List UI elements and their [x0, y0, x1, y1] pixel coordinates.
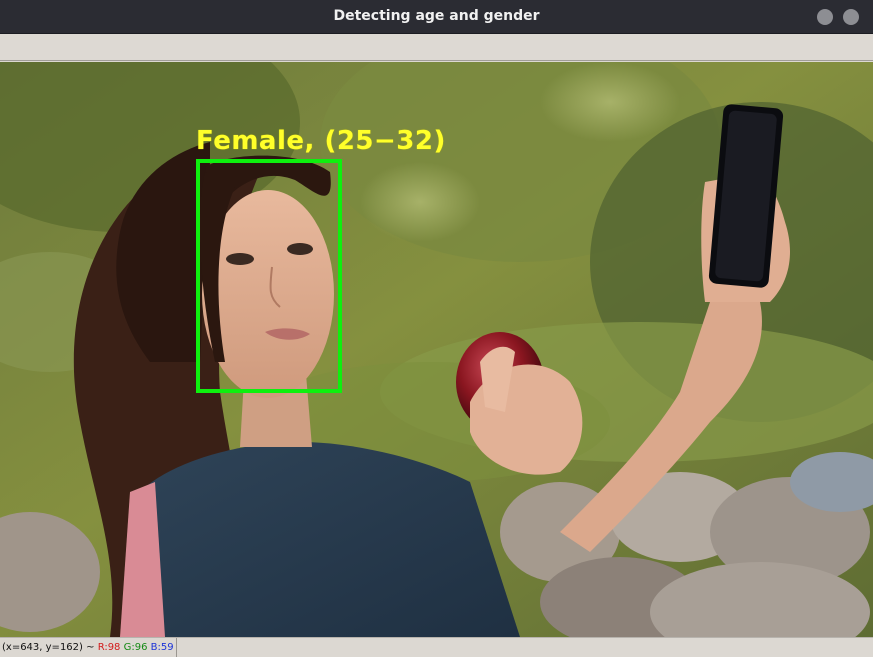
- status-bar: (x=643, y=162) ~ R:98 G:96 B:59: [0, 637, 873, 657]
- face-bounding-box: [196, 159, 342, 393]
- title-bar: Detecting age and gender: [0, 0, 873, 34]
- toolbar: [0, 34, 873, 61]
- detection-label: Female, (25−32): [196, 126, 446, 156]
- blue-value: B:59: [150, 642, 174, 653]
- minimize-button[interactable]: [817, 9, 833, 25]
- red-value: R:98: [97, 642, 121, 653]
- cursor-coordinates: (x=643, y=162) ~: [2, 642, 95, 653]
- image-canvas[interactable]: Female, (25−32): [0, 62, 873, 637]
- pixel-readout: (x=643, y=162) ~ R:98 G:96 B:59: [0, 638, 177, 657]
- close-button[interactable]: [843, 9, 859, 25]
- window-title: Detecting age and gender: [333, 8, 540, 24]
- green-value: G:96: [123, 642, 148, 653]
- app-window: Detecting age and gender Female, (25−32)…: [0, 0, 873, 657]
